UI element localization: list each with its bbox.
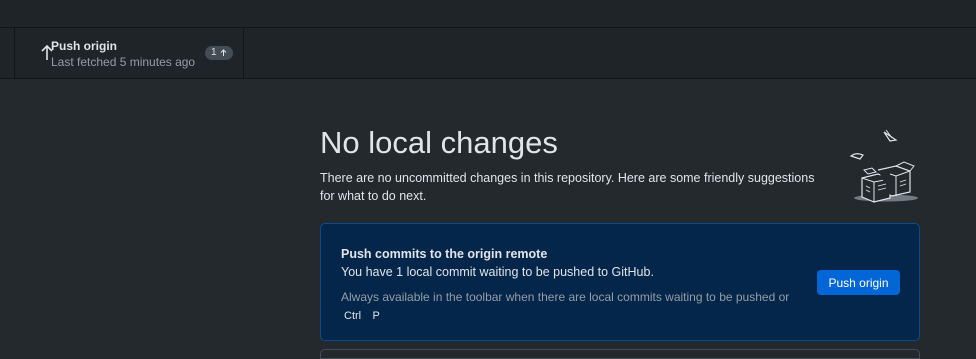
card-hint: Always available in the toolbar when the…	[341, 288, 811, 325]
ahead-count-badge: 1	[205, 46, 233, 60]
push-origin-toolbar-button[interactable]: Push origin Last fetched 5 minutes ago 1	[15, 28, 244, 78]
ahead-count: 1	[211, 47, 217, 58]
next-suggestion-card	[320, 349, 920, 359]
page-title: No local changes	[320, 125, 558, 160]
title-bar	[0, 0, 976, 28]
card-title: Push commits to the origin remote	[341, 247, 548, 261]
last-fetched-text: Last fetched 5 minutes ago	[51, 55, 196, 69]
card-hint-text: Always available in the toolbar when the…	[341, 290, 790, 304]
empty-boxes-illustration	[849, 129, 918, 203]
push-origin-button[interactable]: Push origin	[817, 270, 900, 295]
arrow-up-small-icon	[220, 49, 226, 56]
shortcut-key-ctrl: Ctrl	[344, 310, 362, 322]
toolbar: Push origin Last fetched 5 minutes ago 1	[0, 28, 976, 79]
page-description: There are no uncommitted changes in this…	[320, 171, 815, 203]
card-description: You have 1 local commit waiting to be pu…	[341, 265, 654, 279]
shortcut-key-p: P	[372, 310, 380, 322]
toolbar-spacer	[0, 28, 15, 78]
push-suggestion-card: Push commits to the origin remote You ha…	[320, 223, 920, 341]
push-origin-title: Push origin	[51, 39, 117, 53]
